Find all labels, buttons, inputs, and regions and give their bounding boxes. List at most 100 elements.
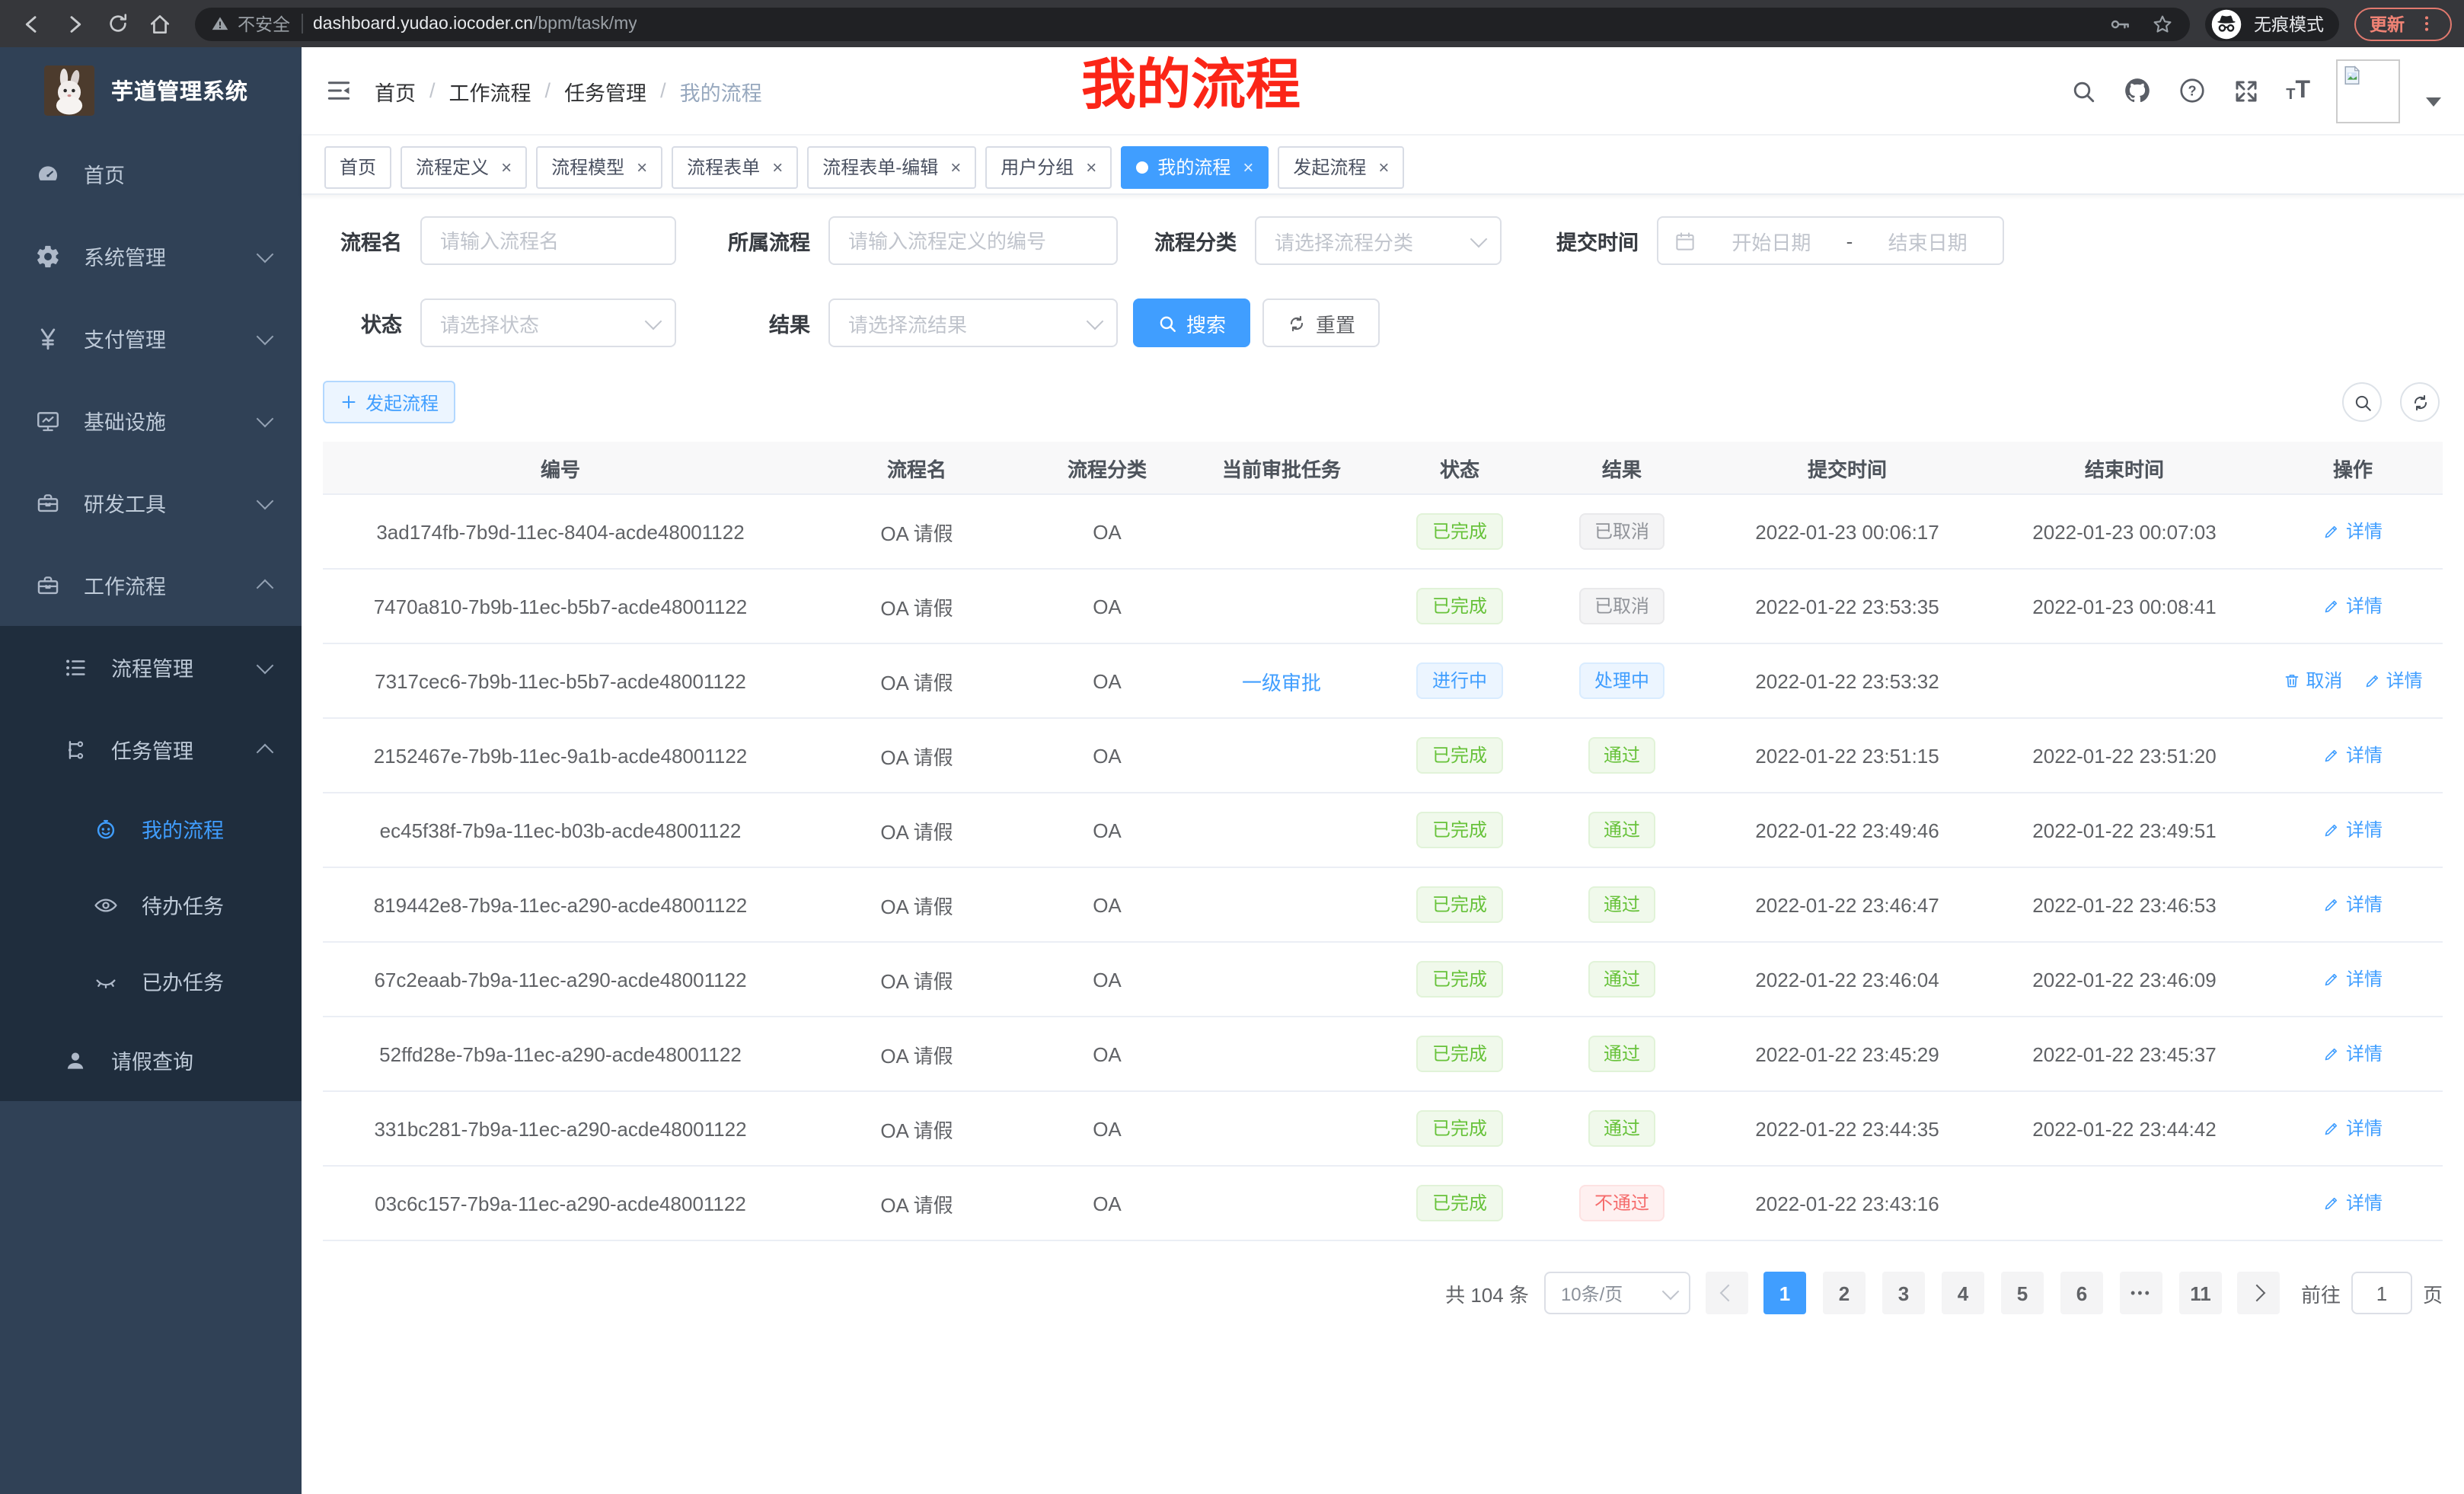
page-button[interactable]: 2: [1823, 1272, 1866, 1314]
process-name-input[interactable]: [420, 216, 676, 265]
sidebar-item-task-mgmt[interactable]: 任务管理: [0, 708, 302, 790]
search-button[interactable]: 搜索: [1133, 298, 1250, 347]
browser-menu-icon[interactable]: [2417, 14, 2437, 34]
sidebar-item-system[interactable]: 系统管理: [0, 215, 302, 297]
avatar-caret-icon[interactable]: [2426, 97, 2441, 106]
cell-category: OA: [1036, 1091, 1179, 1166]
search-icon[interactable]: [2070, 77, 2097, 104]
tab[interactable]: 用户分组 ×: [985, 145, 1112, 188]
page-button[interactable]: 11: [2179, 1272, 2222, 1314]
bookmark-star-icon[interactable]: [2150, 11, 2175, 36]
sidebar-item-workflow[interactable]: 工作流程: [0, 544, 302, 626]
tab[interactable]: 流程表单-编辑 ×: [807, 145, 976, 188]
security-chip[interactable]: 不安全: [210, 11, 290, 36]
end-date-placeholder[interactable]: 结束日期: [1868, 226, 1987, 255]
category-select[interactable]: 请选择流程分类: [1255, 216, 1502, 265]
tab-close-icon[interactable]: ×: [950, 156, 961, 177]
detail-action[interactable]: 详情: [2323, 1116, 2383, 1141]
fullscreen-icon[interactable]: [2233, 77, 2260, 104]
detail-action[interactable]: 详情: [2323, 1041, 2383, 1067]
goto-page-input[interactable]: [2351, 1272, 2412, 1314]
page-button[interactable]: 5: [2001, 1272, 2044, 1314]
reload-icon[interactable]: [97, 4, 137, 43]
reset-button[interactable]: 重置: [1262, 298, 1380, 347]
detail-action[interactable]: 详情: [2363, 668, 2423, 694]
breadcrumb-item[interactable]: 首页: [375, 75, 416, 106]
breadcrumb-item[interactable]: 任务管理: [564, 75, 646, 106]
tab-label: 发起流程: [1293, 154, 1366, 180]
result-placeholder: 请选择流结果: [848, 308, 967, 337]
sidebar-item-devtools[interactable]: 研发工具: [0, 461, 302, 544]
forward-icon[interactable]: [55, 4, 94, 43]
page-button[interactable]: •••: [2120, 1272, 2162, 1314]
tab[interactable]: 首页: [324, 145, 391, 188]
browser-toolbar: 不安全 dashboard.yudao.iocoder.cn/bpm/task/…: [0, 0, 2464, 47]
detail-action[interactable]: 详情: [2323, 966, 2383, 992]
tab[interactable]: 发起流程 ×: [1278, 145, 1404, 188]
tab-close-icon[interactable]: ×: [1086, 156, 1096, 177]
app-title: 芋道管理系统: [111, 74, 248, 106]
process-def-input[interactable]: [828, 216, 1118, 265]
address-bar[interactable]: 不安全 dashboard.yudao.iocoder.cn/bpm/task/…: [195, 7, 2190, 40]
app-logo[interactable]: 芋道管理系统: [0, 47, 302, 132]
tab-close-icon[interactable]: ×: [637, 156, 647, 177]
refresh-table-button[interactable]: [2400, 382, 2440, 422]
help-icon[interactable]: ?: [2178, 76, 2207, 105]
detail-action[interactable]: 详情: [2323, 742, 2383, 768]
url-text[interactable]: dashboard.yudao.iocoder.cn/bpm/task/my: [313, 14, 637, 33]
sidebar-item-process-mgmt[interactable]: 流程管理: [0, 626, 302, 708]
menu-fold-icon[interactable]: [324, 76, 353, 105]
page-button[interactable]: 3: [1882, 1272, 1925, 1314]
detail-action[interactable]: 详情: [2323, 892, 2383, 918]
yen-icon: [35, 325, 61, 351]
status-select[interactable]: 请选择状态: [420, 298, 676, 347]
tab[interactable]: 流程模型 ×: [536, 145, 662, 188]
cell-submit-time: 2022-01-22 23:53:32: [1709, 643, 1986, 718]
sidebar-item-label: 已办任务: [142, 966, 224, 996]
cell-actions: 详情: [2263, 569, 2443, 643]
breadcrumb-item[interactable]: 工作流程: [449, 75, 531, 106]
font-size-icon[interactable]: TT: [2286, 78, 2310, 103]
sidebar-item-my-process[interactable]: 我的流程: [0, 790, 302, 867]
sidebar-item-done-tasks[interactable]: 已办任务: [0, 943, 302, 1019]
back-icon[interactable]: [12, 4, 52, 43]
detail-action[interactable]: 详情: [2323, 817, 2383, 843]
current-task-link[interactable]: 一级审批: [1242, 671, 1321, 694]
show-search-button[interactable]: [2342, 382, 2382, 422]
start-date-placeholder[interactable]: 开始日期: [1712, 226, 1831, 255]
sidebar-item-payment[interactable]: 支付管理: [0, 297, 302, 379]
cell-current-task: [1179, 867, 1384, 942]
broken-image-icon: [2341, 63, 2363, 86]
prev-page-button[interactable]: [1706, 1272, 1748, 1314]
submit-time-range-picker[interactable]: 开始日期 - 结束日期: [1657, 216, 2004, 265]
tab-close-icon[interactable]: ×: [1243, 156, 1253, 177]
page-size-select[interactable]: 10条/页: [1544, 1272, 1690, 1314]
page-button[interactable]: 1: [1763, 1272, 1806, 1314]
detail-action[interactable]: 详情: [2323, 1190, 2383, 1216]
start-process-button[interactable]: 发起流程: [323, 381, 455, 423]
page-button[interactable]: 6: [2060, 1272, 2103, 1314]
detail-action[interactable]: 详情: [2323, 593, 2383, 619]
tab-close-icon[interactable]: ×: [1378, 156, 1389, 177]
tab-close-icon[interactable]: ×: [772, 156, 783, 177]
breadcrumb: 首页 / 工作流程 / 任务管理 / 我的流程: [375, 75, 762, 106]
sidebar-item-infra[interactable]: 基础设施: [0, 379, 302, 461]
page-button[interactable]: 4: [1942, 1272, 1984, 1314]
sidebar-item-todo-tasks[interactable]: 待办任务: [0, 867, 302, 943]
sidebar-item-home[interactable]: 首页: [0, 132, 302, 215]
home-icon[interactable]: [140, 4, 180, 43]
avatar[interactable]: [2336, 59, 2400, 123]
tab[interactable]: 流程定义 ×: [401, 145, 527, 188]
next-page-button[interactable]: [2237, 1272, 2280, 1314]
key-icon[interactable]: [2108, 11, 2132, 36]
github-icon[interactable]: [2123, 76, 2152, 105]
update-button[interactable]: 更新: [2354, 7, 2452, 40]
tab[interactable]: 流程表单 ×: [672, 145, 798, 188]
tab-close-icon[interactable]: ×: [501, 156, 512, 177]
detail-action[interactable]: 详情: [2323, 519, 2383, 544]
sidebar-item-leave-query[interactable]: 请假查询: [0, 1019, 302, 1101]
cell-result: 已取消: [1535, 569, 1709, 643]
result-select[interactable]: 请选择流结果: [828, 298, 1118, 347]
cancel-action[interactable]: 取消: [2283, 668, 2342, 694]
tab[interactable]: 我的流程 ×: [1121, 145, 1269, 188]
